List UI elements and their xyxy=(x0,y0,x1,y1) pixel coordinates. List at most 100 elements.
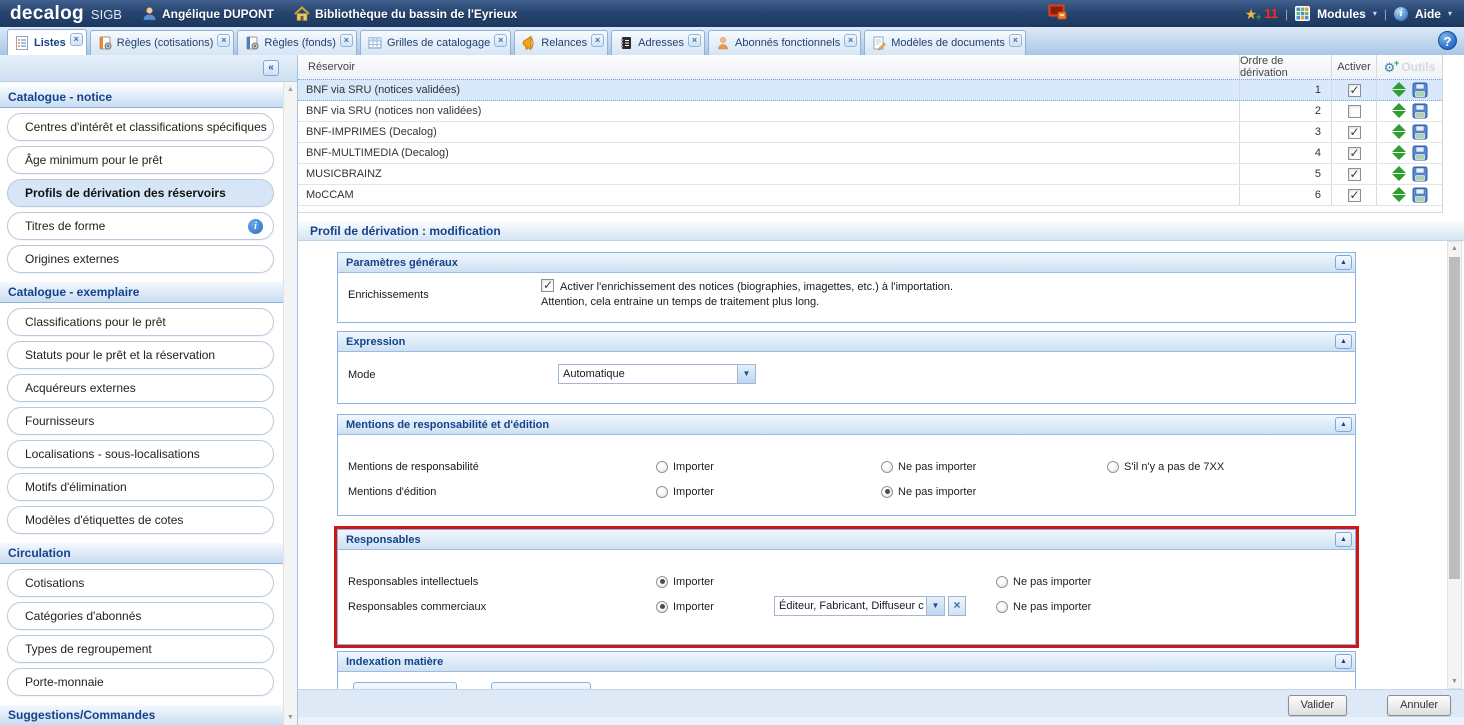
sidebar-item-fournisseurs[interactable]: Fournisseurs xyxy=(7,407,274,435)
modules-button[interactable]: Modules xyxy=(1317,7,1366,21)
scroll-down-icon[interactable]: ▼ xyxy=(284,714,297,721)
reorder-icon[interactable] xyxy=(1391,166,1406,182)
partial-button[interactable] xyxy=(353,682,457,689)
reorder-icon[interactable] xyxy=(1391,124,1406,140)
clear-selection-icon[interactable]: × xyxy=(948,596,966,616)
mode-dropdown[interactable]: Automatique ▼ xyxy=(558,364,756,384)
table-row[interactable]: BNF-IMPRIMES (Decalog) 3 xyxy=(298,122,1442,143)
tab-regles-cotisations[interactable]: Règles (cotisations) × xyxy=(90,30,235,55)
favorites-icon[interactable]: ★ xyxy=(1245,7,1258,21)
radio-mentions-ed-ne-pas-importer[interactable]: Ne pas importer xyxy=(881,485,976,498)
panel-collapse-icon[interactable]: ▲ xyxy=(1335,334,1352,349)
validate-button[interactable]: Valider xyxy=(1288,695,1347,716)
radio-icon[interactable] xyxy=(656,601,668,613)
activate-checkbox[interactable] xyxy=(1348,168,1361,181)
table-row[interactable]: BNF via SRU (notices non validées) 2 xyxy=(298,101,1442,122)
radio-icon[interactable] xyxy=(881,461,893,473)
tab-abonnes-fonctionnels[interactable]: Abonnés fonctionnels × xyxy=(708,30,861,55)
cancel-button[interactable]: Annuler xyxy=(1387,695,1451,716)
sidebar-item-categories-abonnes[interactable]: Catégories d'abonnés xyxy=(7,602,274,630)
table-row[interactable]: MUSICBRAINZ 5 xyxy=(298,164,1442,185)
save-floppy-icon[interactable] xyxy=(1412,145,1428,161)
partial-button[interactable] xyxy=(491,682,591,689)
sidebar-item-motifs-elimination[interactable]: Motifs d'élimination xyxy=(7,473,274,501)
sidebar-item-statuts-pret[interactable]: Statuts pour le prêt et la réservation xyxy=(7,341,274,369)
sidebar-item-localisations[interactable]: Localisations - sous-localisations xyxy=(7,440,274,468)
radio-resp-int-importer[interactable]: Importer xyxy=(656,575,714,588)
tab-listes[interactable]: Listes × xyxy=(7,29,87,55)
radio-icon[interactable] xyxy=(656,486,668,498)
radio-icon[interactable] xyxy=(996,576,1008,588)
radio-resp-int-ne-pas-importer[interactable]: Ne pas importer xyxy=(996,575,1091,588)
sidebar-item-age-minimum[interactable]: Âge minimum pour le prêt xyxy=(7,146,274,174)
save-floppy-icon[interactable] xyxy=(1412,82,1428,98)
responsables-commerciaux-dropdown[interactable]: Éditeur, Fabricant, Diffuseur c ▼ × xyxy=(774,596,966,616)
scroll-down-icon[interactable]: ▼ xyxy=(1448,678,1461,685)
radio-icon[interactable] xyxy=(996,601,1008,613)
help-bubble-icon[interactable]: ? xyxy=(1438,31,1457,50)
mode-value[interactable]: Automatique xyxy=(558,364,737,384)
tab-close-icon[interactable]: × xyxy=(844,34,857,47)
tab-relances[interactable]: Relances × xyxy=(514,30,608,55)
tab-close-icon[interactable]: × xyxy=(591,34,604,47)
save-floppy-icon[interactable] xyxy=(1412,103,1428,119)
table-row[interactable]: BNF-MULTIMEDIA (Decalog) 4 xyxy=(298,143,1442,164)
reorder-icon[interactable] xyxy=(1391,103,1406,119)
radio-resp-com-ne-pas-importer[interactable]: Ne pas importer xyxy=(996,600,1091,613)
radio-icon[interactable] xyxy=(881,486,893,498)
enrichissements-checkbox[interactable] xyxy=(541,279,554,292)
radio-mentions-resp-7xx[interactable]: S'il n'y a pas de 7XX xyxy=(1107,460,1224,473)
activate-checkbox[interactable] xyxy=(1348,84,1361,97)
reorder-icon[interactable] xyxy=(1391,187,1406,203)
info-icon[interactable]: i xyxy=(248,219,263,234)
panel-collapse-icon[interactable]: ▲ xyxy=(1335,255,1352,270)
reorder-icon[interactable] xyxy=(1391,82,1406,98)
table-row[interactable]: MoCCAM 6 xyxy=(298,185,1442,206)
save-floppy-icon[interactable] xyxy=(1412,187,1428,203)
activate-checkbox[interactable] xyxy=(1348,189,1361,202)
tab-close-icon[interactable]: × xyxy=(217,34,230,47)
gear-plus-icon[interactable]: ⚙ xyxy=(1384,61,1396,74)
radio-icon[interactable] xyxy=(1107,461,1119,473)
sidebar-item-titres-de-forme[interactable]: Titres de formei xyxy=(7,212,274,240)
radio-mentions-resp-importer[interactable]: Importer xyxy=(656,460,714,473)
panel-collapse-icon[interactable]: ▲ xyxy=(1335,532,1352,547)
radio-mentions-resp-ne-pas-importer[interactable]: Ne pas importer xyxy=(881,460,976,473)
dropdown-arrow-icon[interactable]: ▼ xyxy=(926,596,945,616)
tab-close-icon[interactable]: × xyxy=(1009,34,1022,47)
radio-mentions-ed-importer[interactable]: Importer xyxy=(656,485,714,498)
panel-collapse-icon[interactable]: ▲ xyxy=(1335,417,1352,432)
radio-icon[interactable] xyxy=(656,461,668,473)
sidebar-item-types-regroupement[interactable]: Types de regroupement xyxy=(7,635,274,663)
table-row[interactable]: BNF via SRU (notices validées) 1 xyxy=(298,79,1442,101)
sidebar-collapse-button[interactable]: « xyxy=(263,60,279,76)
radio-icon[interactable] xyxy=(656,576,668,588)
tab-modeles-documents[interactable]: Modèles de documents × xyxy=(864,30,1026,55)
sidebar-scrollbar[interactable]: ▲ ▼ xyxy=(283,82,297,725)
remote-session-icon[interactable] xyxy=(1048,4,1068,23)
sidebar-item-acquereurs-externes[interactable]: Acquéreurs externes xyxy=(7,374,274,402)
form-scrollbar[interactable]: ▲ ▼ xyxy=(1447,241,1462,689)
scroll-up-icon[interactable]: ▲ xyxy=(284,86,297,93)
dropdown-arrow-icon[interactable]: ▼ xyxy=(737,364,756,384)
sidebar-item-cotisations[interactable]: Cotisations xyxy=(7,569,274,597)
sidebar-item-classifications-pret[interactable]: Classifications pour le prêt xyxy=(7,308,274,336)
activate-checkbox[interactable] xyxy=(1348,147,1361,160)
tab-adresses[interactable]: Adresses × xyxy=(611,30,705,55)
sidebar-item-modeles-etiquettes[interactable]: Modèles d'étiquettes de cotes xyxy=(7,506,274,534)
tab-close-icon[interactable]: × xyxy=(688,34,701,47)
sidebar-item-porte-monnaie[interactable]: Porte-monnaie xyxy=(7,668,274,696)
radio-resp-com-importer[interactable]: Importer xyxy=(656,600,714,613)
help-button[interactable]: Aide xyxy=(1415,7,1441,21)
save-floppy-icon[interactable] xyxy=(1412,166,1428,182)
scroll-up-icon[interactable]: ▲ xyxy=(1448,245,1461,252)
activate-checkbox[interactable] xyxy=(1348,105,1361,118)
sidebar-item-profils-derivation[interactable]: Profils de dérivation des réservoirs xyxy=(7,179,274,207)
scrollbar-thumb[interactable] xyxy=(1449,257,1460,579)
tab-regles-fonds[interactable]: Règles (fonds) × xyxy=(237,30,357,55)
responsables-commerciaux-value[interactable]: Éditeur, Fabricant, Diffuseur c xyxy=(774,596,926,616)
tab-close-icon[interactable]: × xyxy=(340,34,353,47)
save-floppy-icon[interactable] xyxy=(1412,124,1428,140)
tab-close-icon[interactable]: × xyxy=(494,34,507,47)
reorder-icon[interactable] xyxy=(1391,145,1406,161)
